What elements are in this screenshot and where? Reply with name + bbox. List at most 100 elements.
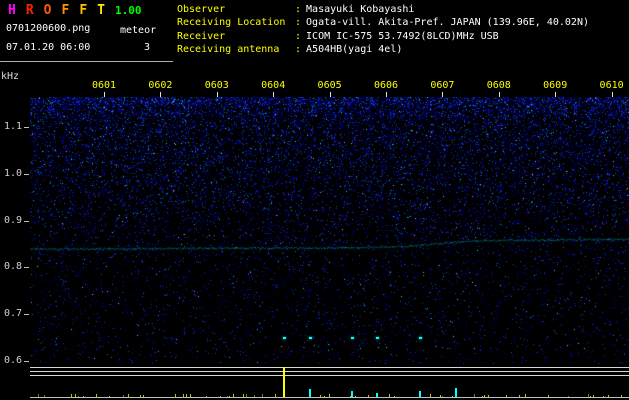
level-line <box>30 367 629 368</box>
info-row-antenna: Receiving antenna: A504HB(yagi 4el) <box>177 43 589 56</box>
x-tick-label: 0607 <box>430 80 455 91</box>
activity-tick <box>38 394 39 397</box>
info-value: Ogata-vill. Akita-Pref. JAPAN (139.96E, … <box>306 17 589 29</box>
x-tick-label: 0608 <box>486 80 511 91</box>
activity-tick <box>109 396 110 397</box>
app-version: 1.00 <box>114 4 142 17</box>
meteor-echo <box>351 336 355 339</box>
activity-spike <box>454 388 457 397</box>
activity-tick <box>568 396 569 397</box>
activity-tick <box>254 395 255 397</box>
meteor-echo <box>418 336 422 339</box>
y-tick-mark <box>24 127 29 128</box>
activity-baseline <box>30 397 629 398</box>
activity-tick <box>186 394 187 397</box>
y-axis-unit-label: kHz <box>1 71 20 82</box>
activity-tick <box>590 396 591 397</box>
y-tick-mark <box>24 220 29 222</box>
info-value: A504HB(yagi 4el) <box>306 44 403 56</box>
x-tick-label: 0601 <box>91 80 117 91</box>
echo-count: 3 <box>144 42 151 53</box>
y-tick-mark <box>24 361 29 362</box>
level-line <box>30 371 629 372</box>
logo-letter: F <box>61 3 70 18</box>
activity-tick <box>603 396 604 397</box>
activity-tick <box>243 394 244 397</box>
info-label: Receiver <box>177 30 226 42</box>
info-colon: : <box>295 44 302 56</box>
activity-spike <box>351 391 354 397</box>
activity-tick <box>183 394 184 397</box>
y-tick-mark <box>24 314 29 316</box>
app-logo: H R O F F T 1.00 <box>8 3 141 18</box>
activity-tick <box>227 396 228 397</box>
activity-tick <box>593 395 594 397</box>
activity-tick <box>229 396 230 397</box>
output-filename: 0701200600.png <box>6 23 91 34</box>
y-tick-label: 0.7 <box>3 308 22 320</box>
info-value: Masayuki Kobayashi <box>306 4 415 15</box>
y-tick-mark <box>24 173 29 175</box>
activity-tick <box>442 396 443 397</box>
activity-tick <box>262 394 263 397</box>
activity-spike <box>418 391 421 397</box>
activity-spike <box>375 393 378 397</box>
info-row-observer: Observer: Masayuki Kobayashi <box>177 3 589 16</box>
activity-tick <box>275 394 276 397</box>
spectrogram-canvas <box>30 97 629 364</box>
activity-tick <box>75 394 76 397</box>
activity-tick <box>548 395 549 397</box>
activity-tick <box>123 395 124 397</box>
activity-tick <box>175 394 176 397</box>
observation-datetime: 07.01.20 06:00 <box>6 42 91 53</box>
activity-tick <box>206 396 207 397</box>
x-tick-label: 0610 <box>599 80 624 91</box>
activity-tick <box>452 396 453 397</box>
activity-tick <box>608 395 609 397</box>
activity-tick <box>525 394 526 397</box>
info-label: Receiving antenna <box>177 44 280 56</box>
activity-tick <box>324 396 325 397</box>
y-tick-label: 0.9 <box>3 214 22 226</box>
activity-tick <box>329 394 330 397</box>
activity-tick <box>440 395 441 397</box>
activity-tick <box>368 395 369 397</box>
x-tick-label: 0606 <box>373 80 399 91</box>
station-info: Observer: Masayuki Kobayashi Receiving Lo… <box>177 3 589 57</box>
y-tick-label: 1.1 <box>3 121 22 132</box>
level-line <box>30 375 629 376</box>
info-colon: : <box>295 30 302 42</box>
x-tick-label: 0604 <box>261 80 286 91</box>
y-tick-label: 1.0 <box>3 167 22 179</box>
app-logo-letters: HROFFT <box>8 3 115 18</box>
info-label: Receiving Location <box>177 17 286 29</box>
observation-mode: meteor <box>120 25 157 36</box>
activity-tick <box>355 396 356 397</box>
logo-letter: R <box>25 3 34 18</box>
activity-tick <box>474 394 475 397</box>
meteor-echo <box>375 336 379 339</box>
activity-tick <box>71 394 72 397</box>
activity-tick <box>621 395 622 397</box>
activity-spike <box>308 389 311 397</box>
activity-tick <box>128 394 129 397</box>
header-divider <box>0 61 173 62</box>
activity-tick <box>220 396 221 397</box>
activity-tick <box>143 395 144 397</box>
x-tick-label: 0609 <box>543 80 568 91</box>
logo-letter: H <box>8 3 16 18</box>
activity-tick <box>140 395 141 397</box>
activity-tick <box>78 396 79 397</box>
activity-tick <box>482 396 483 397</box>
activity-tick <box>389 394 390 397</box>
info-colon: : <box>295 4 302 15</box>
x-tick-label: 0605 <box>317 80 342 91</box>
y-tick-mark <box>24 267 29 269</box>
activity-tick <box>394 396 395 397</box>
info-row-receiver: Receiver: ICOM IC-575 53.7492(8LCD)MHz US… <box>177 30 589 43</box>
activity-spike <box>283 367 286 397</box>
activity-tick <box>506 395 507 397</box>
activity-tick <box>246 394 247 397</box>
activity-tick <box>519 395 520 397</box>
meteor-echo <box>308 336 312 339</box>
